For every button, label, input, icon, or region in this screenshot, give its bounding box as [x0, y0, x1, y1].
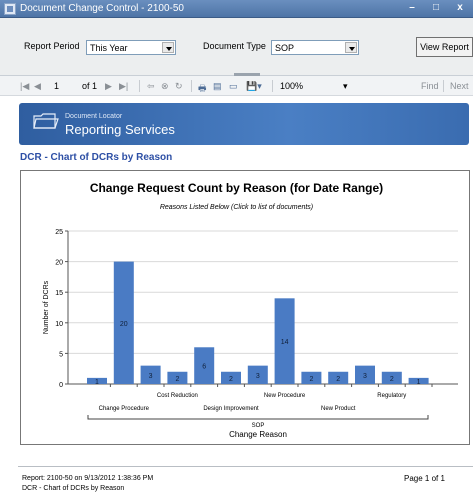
- bar-data-label: 2: [229, 376, 233, 383]
- bar-data-label: 20: [120, 321, 128, 328]
- footer-report-name: DCR - Chart of DCRs by Reason: [22, 485, 125, 492]
- group-bracket: [87, 415, 429, 420]
- bar-data-label: 6: [202, 364, 206, 371]
- x-category-label: New Procedure: [264, 393, 306, 399]
- page-indicator: Page 1 of 1: [404, 474, 445, 483]
- y-tick-label: 10: [55, 321, 63, 328]
- bar-data-label: 14: [281, 339, 289, 346]
- y-tick-label: 5: [59, 351, 63, 358]
- x-category-label: New Product: [321, 406, 356, 412]
- y-tick-label: 25: [55, 229, 63, 236]
- x-category-label: Cost Reduction: [157, 393, 198, 399]
- bar-data-label: 1: [95, 379, 99, 386]
- report-footer: Report: 2100-50 on 9/13/2012 1:38:36 PM …: [22, 474, 153, 494]
- footer-divider: [18, 466, 473, 467]
- y-tick-label: 15: [55, 290, 63, 297]
- footer-report-info: Report: 2100-50 on 9/13/2012 1:38:36 PM: [22, 475, 154, 482]
- y-tick-label: 20: [55, 260, 63, 267]
- x-axis-label: Change Reason: [229, 430, 287, 439]
- bar-data-label: 2: [390, 376, 394, 383]
- bar-chart: 0 5 10 15 20 25 Number of DCRs 1 20 3 2 6 2 3 14 2 2 3 2 1 C…: [43, 229, 458, 439]
- x-category-label: Design Improvement: [203, 406, 259, 412]
- bar-data-label: 3: [363, 373, 367, 380]
- bar-data-label: 2: [175, 376, 179, 383]
- y-axis-label: Number of DCRs: [43, 280, 50, 334]
- x-category-label: Regulatory: [377, 393, 406, 399]
- bar-data-label: 1: [417, 379, 421, 386]
- bar-data-label: 3: [256, 373, 260, 380]
- y-tick-label: 0: [59, 382, 63, 389]
- group-label: SOP: [252, 423, 265, 429]
- bar-data-label: 2: [336, 376, 340, 383]
- bar-data-label: 3: [149, 373, 153, 380]
- x-category-label: Change Procedure: [99, 406, 150, 412]
- bar-data-label: 2: [309, 376, 313, 383]
